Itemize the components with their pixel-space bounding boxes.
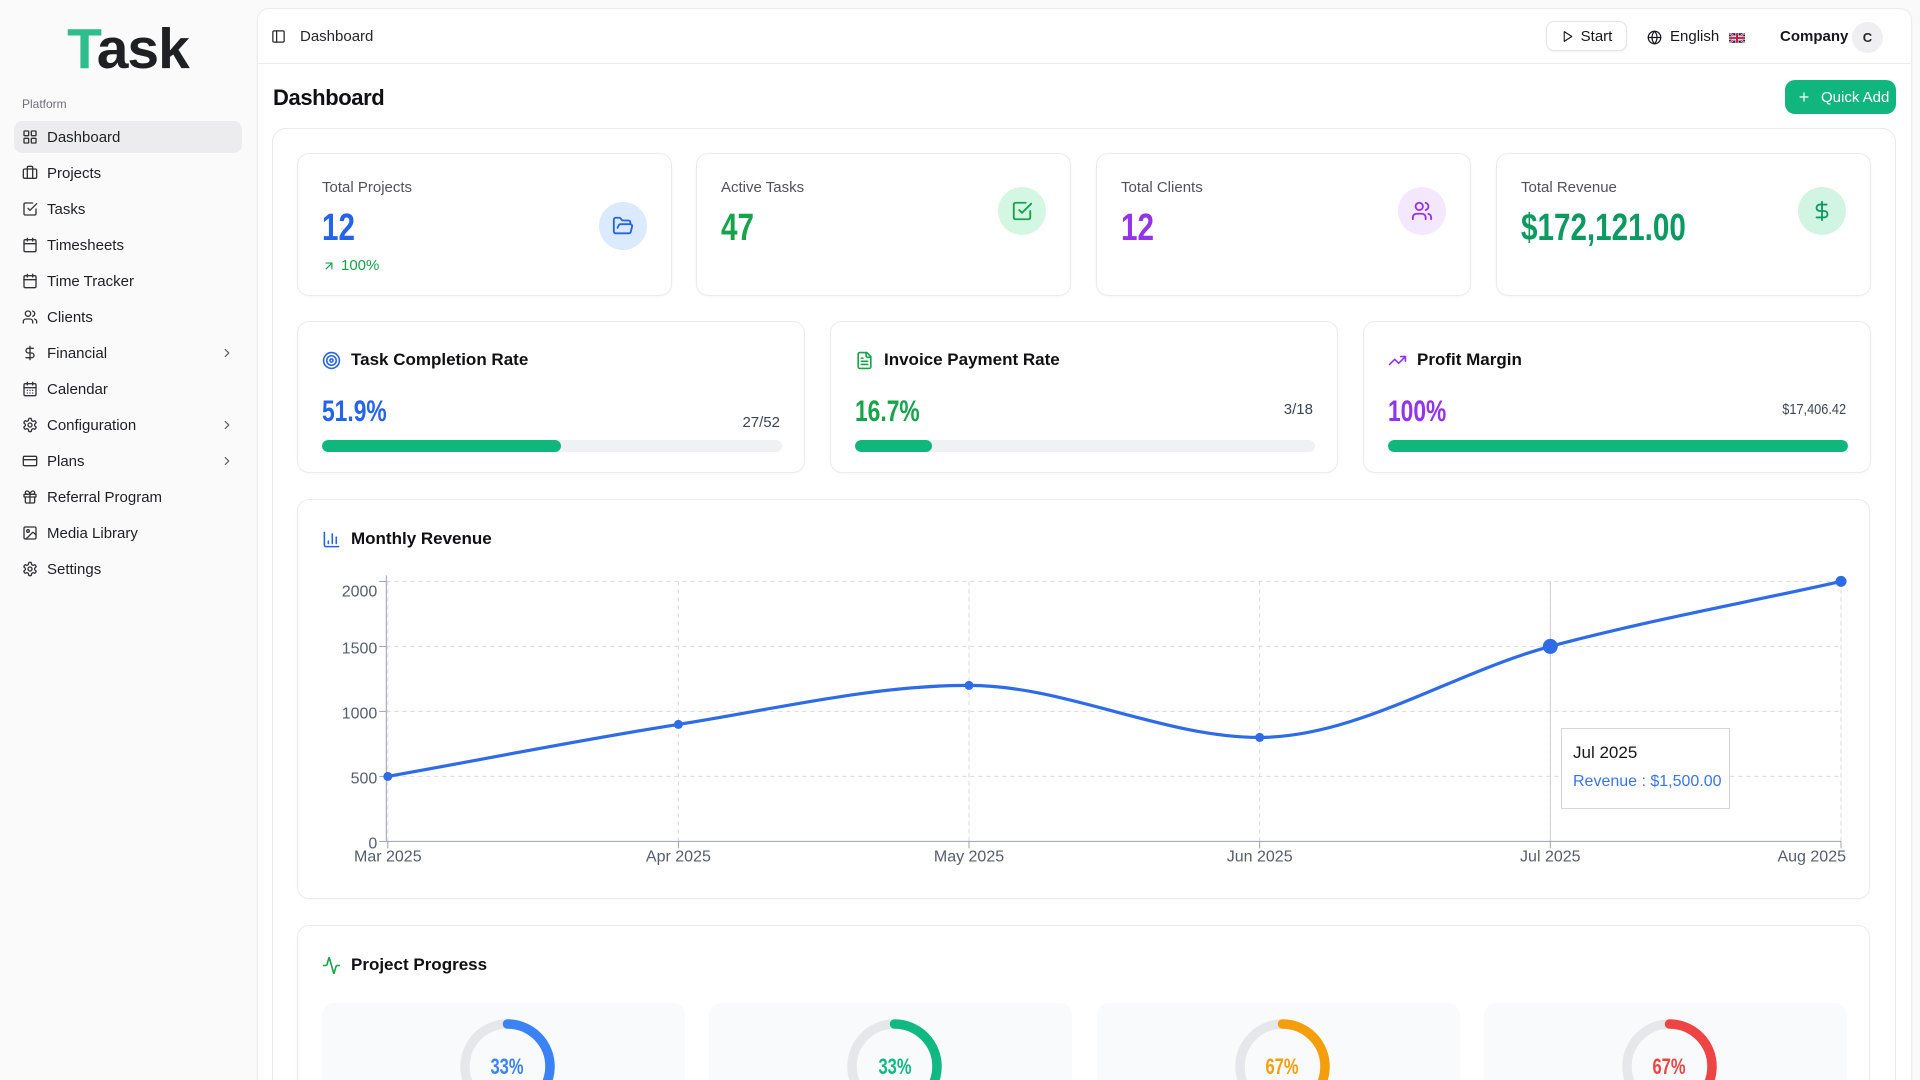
svg-text:Jul 2025: Jul 2025 <box>1520 848 1581 865</box>
svg-text:Apr 2025: Apr 2025 <box>646 848 711 865</box>
svg-text:500: 500 <box>351 770 378 787</box>
svg-text:2000: 2000 <box>342 583 378 600</box>
svg-text:May 2025: May 2025 <box>934 848 1004 865</box>
svg-text:Jun 2025: Jun 2025 <box>1227 848 1293 865</box>
svg-text:1500: 1500 <box>342 640 378 657</box>
svg-text:Aug 2025: Aug 2025 <box>1777 848 1846 865</box>
svg-text:Mar 2025: Mar 2025 <box>354 848 422 865</box>
svg-text:1000: 1000 <box>342 705 378 722</box>
